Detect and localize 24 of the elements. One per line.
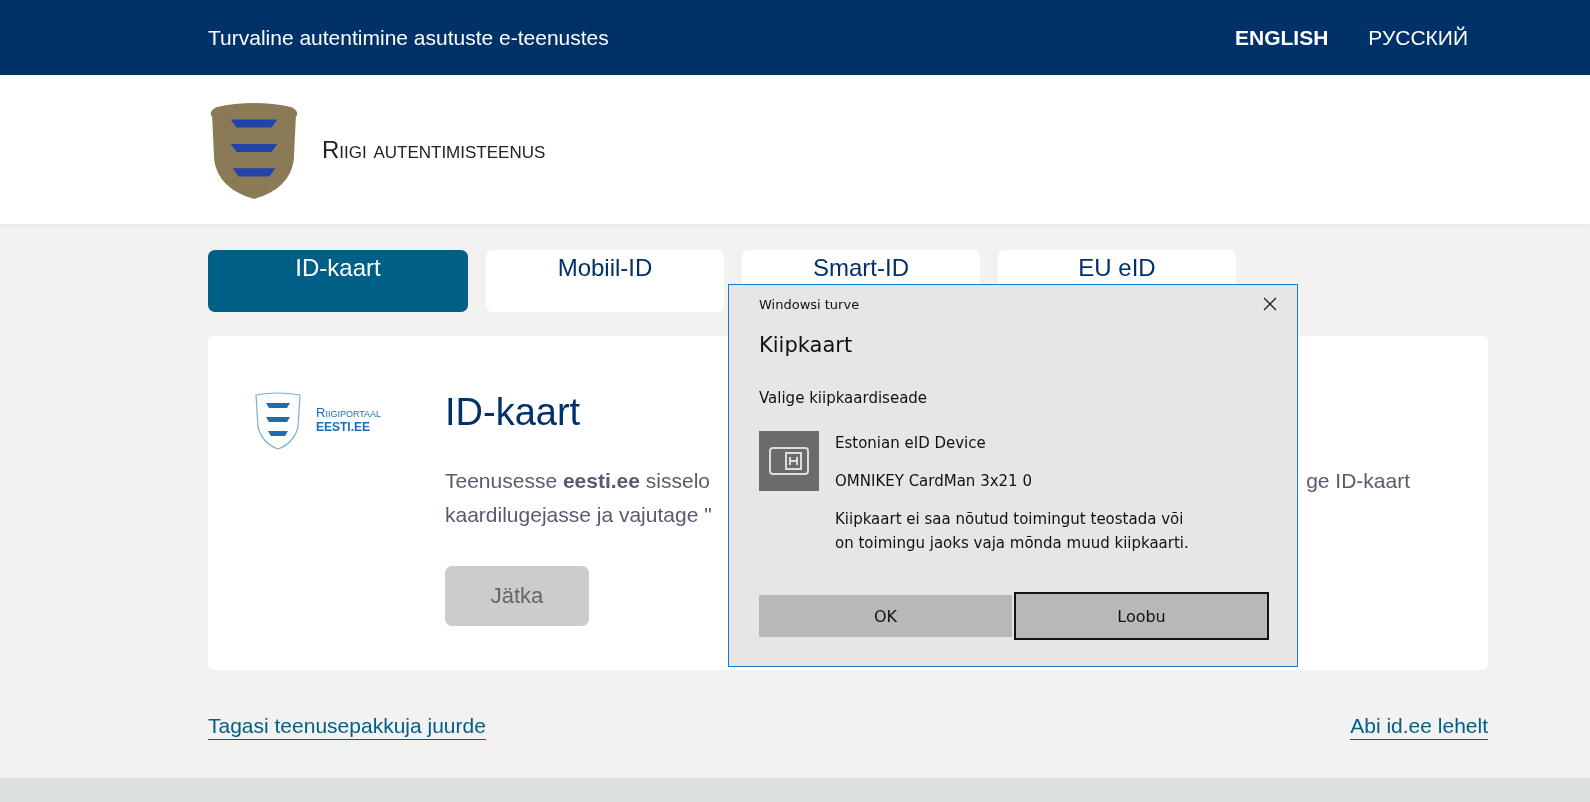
- error-message: Kiipkaart ei saa nõutud toimingut teostada või on toimingu jaoks vaja mõnda muud kiipkaarti.: [835, 509, 1189, 554]
- service-name: Riigi autentimisteenus: [322, 135, 546, 164]
- instruction-text: Teenusesse eesti.ee sisselo: [445, 468, 710, 494]
- portal-name: Riigiportaal: [316, 405, 382, 420]
- dialog-button[interactable]: Loobu: [1014, 592, 1269, 640]
- language-link[interactable]: РУССКИЙ: [1368, 25, 1468, 50]
- device-name: Estonian eID Device: [835, 433, 987, 453]
- language-link[interactable]: ENGLISH: [1235, 25, 1329, 50]
- dialog-button[interactable]: OK: [759, 595, 1012, 637]
- portal-domain: EESTI.EE: [316, 420, 372, 434]
- instruction-text: kaardilugejasse ja vajutage ": [445, 502, 712, 528]
- site-tagline: Turvaline autentimine asutuste e-teenustes: [208, 25, 609, 50]
- reader-name: OMNIKEY CardMan 3x21 0: [835, 471, 1033, 491]
- login-method-tab[interactable]: ID-kaart: [208, 250, 468, 312]
- panel-heading: ID-kaart: [445, 391, 581, 434]
- dialog-prompt: Valige kiipkaardiseade: [759, 389, 929, 407]
- dialog-title: Kiipkaart: [759, 333, 854, 357]
- close-icon[interactable]: [1263, 297, 1277, 311]
- login-method-tab[interactable]: Mobiil-ID: [486, 250, 724, 312]
- window-title: Windowsi turve: [759, 296, 860, 312]
- help-link[interactable]: Tagasi teenusepakkuja juurde: [208, 714, 486, 740]
- instruction-text: ge ID-kaart: [1306, 468, 1410, 494]
- help-link[interactable]: Abi id.ee lehelt: [1350, 714, 1488, 740]
- smart-card-icon[interactable]: [759, 431, 819, 491]
